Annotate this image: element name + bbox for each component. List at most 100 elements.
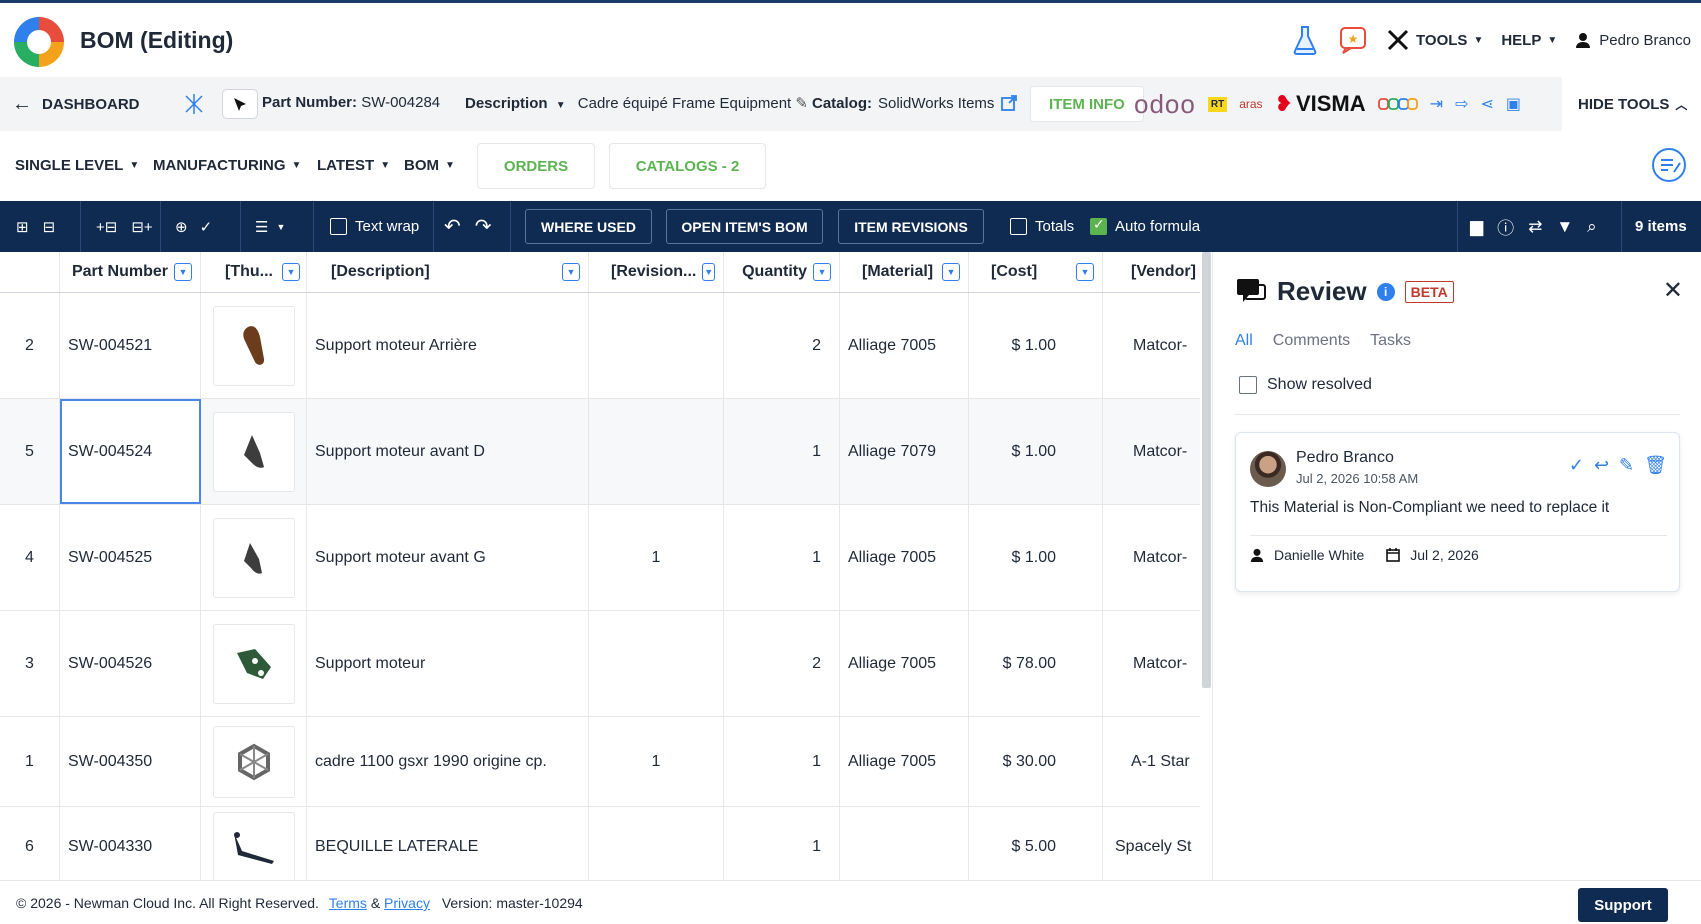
tools-menu[interactable]: TOOLS ▼ <box>1386 28 1483 52</box>
terms-link[interactable]: Terms <box>329 895 367 911</box>
show-resolved-checkbox[interactable] <box>1239 376 1257 394</box>
material-cell[interactable]: Alliage 7005 <box>840 717 969 806</box>
view-select[interactable]: BOM ▼ <box>404 157 455 174</box>
part-number-cell[interactable]: SW-004526 <box>60 611 201 716</box>
totals-checkbox[interactable] <box>1010 218 1027 235</box>
app-logo[interactable] <box>14 17 64 67</box>
undo-icon[interactable]: ↶ <box>444 214 461 239</box>
text-wrap-toggle[interactable]: Text wrap <box>330 201 419 252</box>
aras-logo[interactable]: aras <box>1239 97 1262 111</box>
cost-cell[interactable]: $ 1.00 <box>969 505 1103 610</box>
info-icon[interactable]: ⓘ <box>1497 214 1514 239</box>
cost-cell[interactable]: $ 1.00 <box>969 399 1103 504</box>
where-used-button[interactable]: WHERE USED <box>525 209 652 244</box>
share-icon[interactable]: ⋖ <box>1480 94 1493 114</box>
column-header[interactable]: [Revision... ▼ <box>589 252 724 292</box>
catalogs-button[interactable]: CATALOGS - 2 <box>609 143 766 189</box>
open-bom-button[interactable]: OPEN ITEM'S BOM <box>666 209 823 244</box>
description-cell[interactable]: Support moteur avant G <box>307 505 589 610</box>
tab-comments[interactable]: Comments <box>1273 332 1350 350</box>
check-circle-icon[interactable]: ✓ <box>200 218 213 236</box>
import-icon[interactable]: ⇥ <box>1430 94 1443 114</box>
comments-icon[interactable]: ▆ <box>1470 217 1483 237</box>
part-number-cell[interactable]: SW-004330 <box>60 807 201 880</box>
odoo-logo[interactable]: odoo <box>1134 89 1196 120</box>
thumbnail-cell[interactable] <box>201 505 307 610</box>
cost-cell[interactable]: $ 30.00 <box>969 717 1103 806</box>
table-row[interactable]: 6 SW-004330 BEQUILLE LATERALE 1 $ 5.00 S… <box>0 807 1200 880</box>
thumbnail-cell[interactable] <box>201 399 307 504</box>
dashboard-link[interactable]: ← DASHBOARD <box>12 93 140 116</box>
flask-icon[interactable] <box>1290 25 1320 55</box>
vendor-cell[interactable]: A-1 Star <box>1103 717 1200 806</box>
vendor-cell[interactable]: Matcor- <box>1103 505 1200 610</box>
column-header[interactable]: [Description] ▼ <box>307 252 589 292</box>
reply-icon[interactable]: ↩ <box>1594 455 1609 476</box>
column-header[interactable]: Part Number ▼ <box>60 252 201 292</box>
user-menu[interactable]: Pedro Branco <box>1575 32 1691 49</box>
column-header[interactable]: [Cost] ▼ <box>969 252 1103 292</box>
export-icon[interactable]: ⇨ <box>1455 94 1468 114</box>
column-header[interactable]: [Thu... ▼ <box>201 252 307 292</box>
quantity-cell[interactable]: 1 <box>724 717 840 806</box>
privacy-link[interactable]: Privacy <box>384 895 430 911</box>
vendor-cell[interactable]: Matcor- <box>1103 611 1200 716</box>
redo-icon[interactable]: ↷ <box>475 214 492 239</box>
column-filter-icon[interactable]: ▼ <box>942 263 960 281</box>
quantity-cell[interactable]: 2 <box>724 293 840 398</box>
table-row[interactable]: 5 SW-004524 Support moteur avant D 1 All… <box>0 399 1200 505</box>
info-icon[interactable]: i <box>1376 282 1395 301</box>
swap-icon[interactable]: ⇄ <box>1528 217 1542 237</box>
vendor-cell[interactable]: Matcor- <box>1103 399 1200 504</box>
help-menu[interactable]: HELP ▼ <box>1501 32 1557 49</box>
comment-card[interactable]: Pedro Branco Jul 2, 2026 10:58 AM ✓ ↩ ✎ … <box>1235 432 1680 592</box>
part-number-cell[interactable]: SW-004521 <box>60 293 201 398</box>
orders-button[interactable]: ORDERS <box>477 143 595 189</box>
thumbnail-cell[interactable] <box>201 611 307 716</box>
table-row[interactable]: 3 SW-004526 Support moteur 2 Alliage 700… <box>0 611 1200 717</box>
text-wrap-checkbox[interactable] <box>330 218 347 235</box>
totals-toggle[interactable]: Totals <box>1010 201 1074 252</box>
expand-tree-icon[interactable]: ⊞ <box>16 218 29 236</box>
vendor-cell[interactable]: Matcor- <box>1103 293 1200 398</box>
tab-tasks[interactable]: Tasks <box>1370 332 1411 350</box>
table-row[interactable]: 1 SW-004350 cadre 1100 gsxr 1990 origine… <box>0 717 1200 807</box>
revision-cell[interactable] <box>589 611 724 716</box>
visma-logo[interactable]: ❥ VISMA <box>1275 91 1366 117</box>
description-cell[interactable]: Support moteur avant D <box>307 399 589 504</box>
align-menu[interactable]: ☰ ▼ <box>255 201 285 252</box>
filter-icon[interactable]: ▼ <box>1556 217 1573 237</box>
column-filter-icon[interactable]: ▼ <box>813 263 831 281</box>
description-cell[interactable]: Support moteur Arrière <box>307 293 589 398</box>
add-circle-icon[interactable]: ⊕ <box>175 218 188 236</box>
column-filter-icon[interactable]: ▼ <box>702 263 715 281</box>
material-cell[interactable]: Alliage 7079 <box>840 399 969 504</box>
collapse-tree-icon[interactable]: ⊟ <box>43 218 56 236</box>
column-header[interactable]: [Material] ▼ <box>840 252 969 292</box>
material-cell[interactable]: Alliage 7005 <box>840 505 969 610</box>
delete-trash-icon[interactable]: 🗑 <box>1644 455 1667 476</box>
external-link-icon[interactable] <box>1000 94 1018 112</box>
cost-cell[interactable]: $ 78.00 <box>969 611 1103 716</box>
thumbnail-cell[interactable] <box>201 807 307 880</box>
support-button[interactable]: Support <box>1578 888 1668 922</box>
feedback-star-icon[interactable]: ★ <box>1338 25 1368 55</box>
type-select[interactable]: MANUFACTURING ▼ <box>153 157 301 174</box>
save-icon[interactable]: ▣ <box>1506 94 1521 114</box>
column-filter-icon[interactable]: ▼ <box>562 263 580 281</box>
part-number-cell[interactable]: SW-004525 <box>60 505 201 610</box>
grid-scrollbar[interactable] <box>1202 252 1211 688</box>
pencil-icon[interactable]: ✎ <box>795 95 808 112</box>
part-number-cell[interactable]: SW-004350 <box>60 717 201 806</box>
edit-pencil-icon[interactable]: ✎ <box>1619 455 1634 476</box>
rt-logo[interactable]: RT <box>1207 96 1228 112</box>
description-dropdown[interactable]: Description <box>465 95 548 112</box>
notes-icon[interactable] <box>1651 147 1687 183</box>
column-header[interactable]: [Vendor] <box>1103 252 1200 292</box>
insert-column-right-icon[interactable]: ⊟+ <box>131 218 152 236</box>
quantity-cell[interactable]: 1 <box>724 399 840 504</box>
quantity-cell[interactable]: 1 <box>724 505 840 610</box>
table-row[interactable]: 2 SW-004521 Support moteur Arrière 2 All… <box>0 293 1200 399</box>
cursor-tool-icon[interactable] <box>222 89 258 119</box>
revision-select[interactable]: LATEST ▼ <box>317 157 390 174</box>
